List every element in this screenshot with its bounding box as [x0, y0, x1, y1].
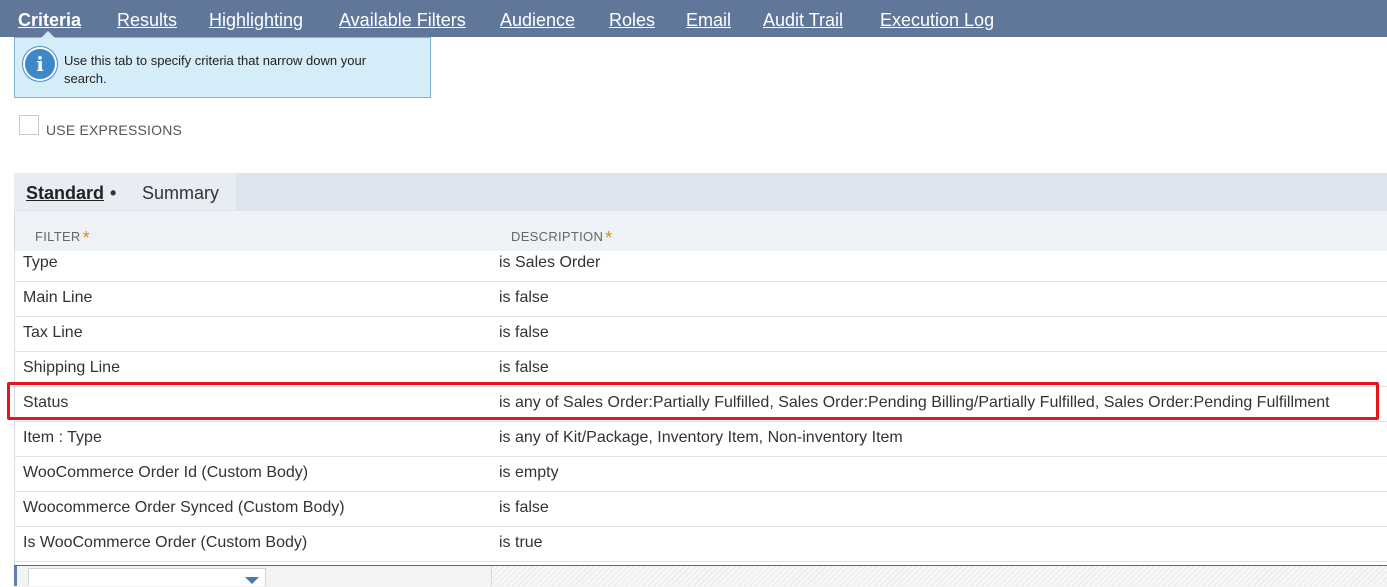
chevron-down-icon[interactable] [245, 577, 259, 584]
table-header: FILTER * DESCRIPTION * [15, 210, 1387, 251]
info-message-text: Use this tab to specify criteria that na… [64, 53, 367, 86]
new-row-edge [14, 566, 17, 586]
tab-results[interactable]: Results [117, 0, 177, 37]
description-cell: is empty [499, 464, 559, 481]
description-cell: is false [499, 289, 549, 306]
description-cell: is any of Kit/Package, Inventory Item, N… [499, 429, 903, 446]
description-cell: is Sales Order [499, 254, 601, 271]
header-description-label: DESCRIPTION [511, 229, 604, 244]
tab-available-filters[interactable]: Available Filters [339, 0, 466, 37]
table-row[interactable]: Is WooCommerce Order (Custom Body) is tr… [15, 526, 1387, 562]
subtab-standard[interactable]: Standard [26, 173, 104, 210]
table-row[interactable]: Shipping Line is false [15, 351, 1387, 387]
filter-cell: Type [23, 254, 58, 271]
description-cell: is true [499, 534, 543, 551]
info-message-box: i Use this tab to specify criteria that … [14, 37, 431, 98]
required-star-icon: * [82, 228, 90, 248]
description-cell: is false [499, 499, 549, 516]
table-row[interactable]: Main Line is false [15, 281, 1387, 317]
subtab-standard-label: Standard [26, 183, 105, 203]
header-filter: FILTER * [35, 225, 90, 248]
tab-audience[interactable]: Audience [500, 0, 575, 37]
use-expressions-checkbox[interactable] [19, 115, 39, 135]
tab-roles[interactable]: Roles [609, 0, 655, 37]
header-description: DESCRIPTION * [511, 225, 613, 248]
filter-cell: Shipping Line [23, 359, 120, 376]
filter-cell: Item : Type [23, 429, 102, 446]
subtab-standard-marker: • [110, 183, 117, 203]
filter-cell: Woocommerce Order Synced (Custom Body) [23, 499, 345, 516]
tab-highlighting[interactable]: Highlighting [209, 0, 303, 37]
filter-cell: Is WooCommerce Order (Custom Body) [23, 534, 308, 551]
use-expressions-label: USE EXPRESSIONS [46, 122, 183, 138]
tab-pointer-notch [41, 31, 55, 38]
table-row[interactable]: Item : Type is any of Kit/Package, Inven… [15, 421, 1387, 457]
tab-audit-trail[interactable]: Audit Trail [763, 0, 843, 37]
new-description-field [491, 566, 1387, 586]
table-row[interactable]: WooCommerce Order Id (Custom Body) is em… [15, 456, 1387, 492]
table-row[interactable]: Status is any of Sales Order:Partially F… [15, 386, 1387, 422]
required-star-icon: * [605, 228, 613, 248]
info-icon: i [23, 47, 57, 81]
description-cell: is any of Sales Order:Partially Fulfille… [499, 394, 1330, 411]
table-row[interactable]: Type is Sales Order [15, 246, 1387, 282]
tab-execution-log[interactable]: Execution Log [880, 0, 994, 37]
filter-cell: Main Line [23, 289, 93, 306]
filter-cell: Status [23, 394, 69, 411]
filter-cell: Tax Line [23, 324, 83, 341]
table-row[interactable]: Woocommerce Order Synced (Custom Body) i… [15, 491, 1387, 527]
new-filter-select[interactable] [28, 568, 266, 586]
criteria-table: FILTER * DESCRIPTION * Type is Sales Order… [14, 210, 1387, 586]
header-filter-label: FILTER [35, 229, 81, 244]
description-cell: is false [499, 324, 549, 341]
table-row[interactable]: Tax Line is false [15, 316, 1387, 352]
tab-email[interactable]: Email [686, 0, 731, 37]
description-cell: is false [499, 359, 549, 376]
subtab-summary[interactable]: Summary [142, 173, 219, 210]
filter-cell: WooCommerce Order Id (Custom Body) [23, 464, 309, 481]
